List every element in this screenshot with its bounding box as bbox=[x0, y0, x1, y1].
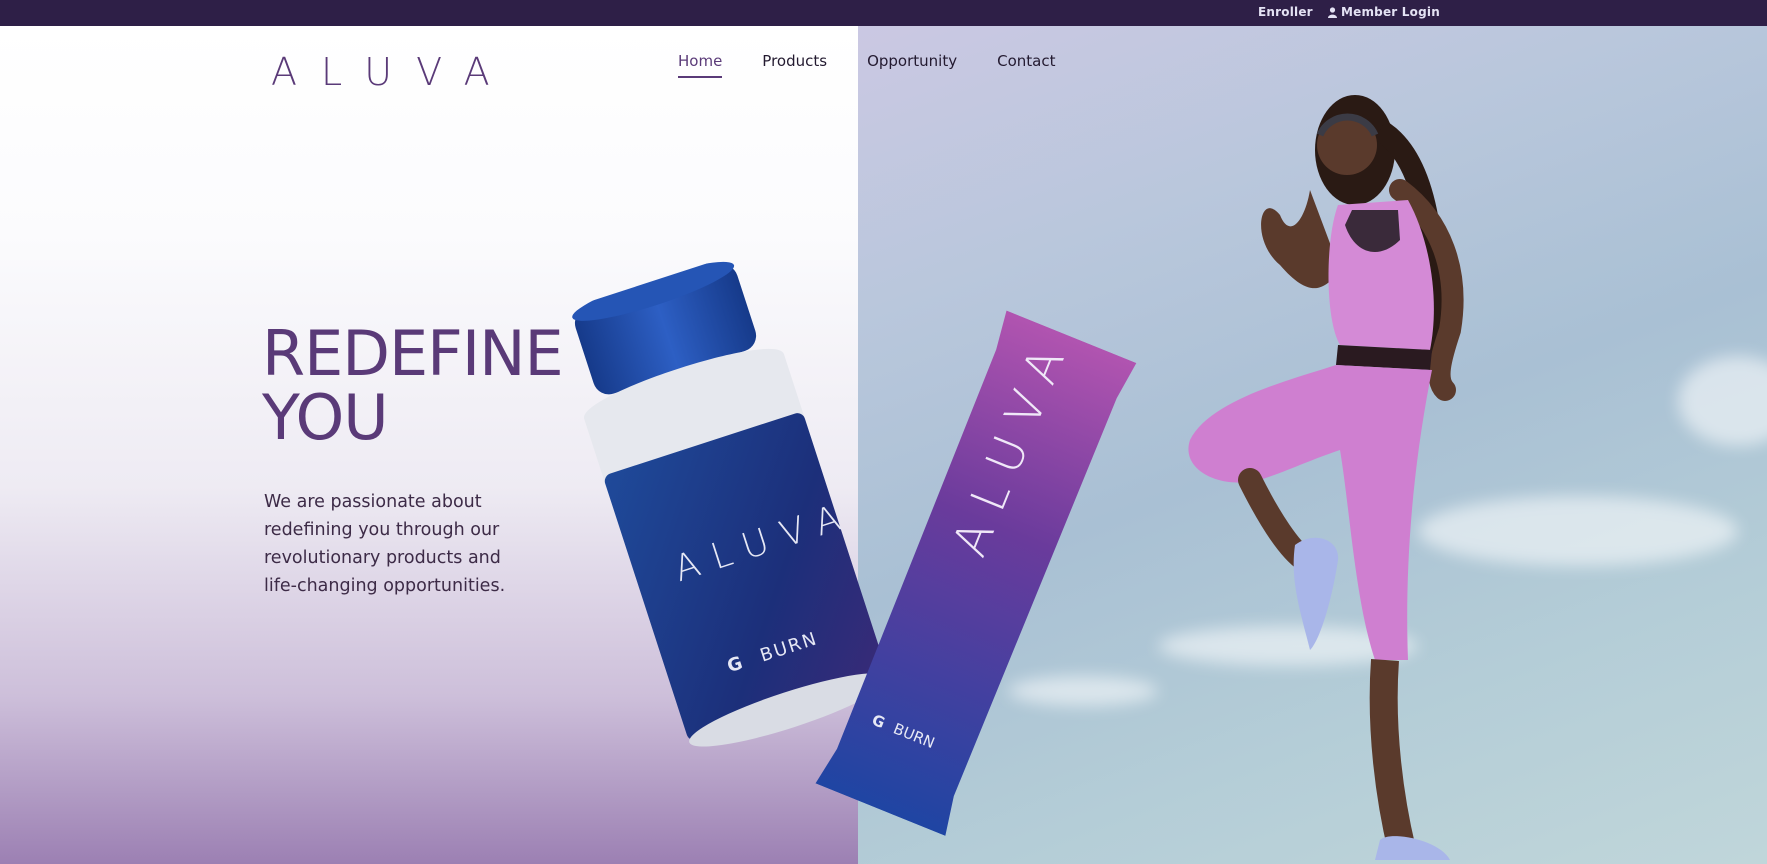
hero-description: We are passionate about redefining you t… bbox=[264, 492, 506, 596]
nav-contact[interactable]: Contact bbox=[997, 52, 1055, 78]
hero-headline: REDEFINE YOU bbox=[262, 322, 564, 450]
nav-products[interactable]: Products bbox=[762, 52, 827, 78]
member-login-label: Member Login bbox=[1341, 5, 1440, 19]
nav-home[interactable]: Home bbox=[678, 52, 723, 78]
top-utility-bar: Enroller Member Login bbox=[0, 0, 1767, 26]
cloud bbox=[1008, 676, 1158, 706]
user-icon bbox=[1328, 6, 1337, 18]
nav-opportunity[interactable]: Opportunity bbox=[867, 52, 957, 78]
enroller-link[interactable]: Enroller bbox=[1258, 5, 1313, 19]
main-nav: Home Products Opportunity Contact bbox=[678, 52, 1055, 78]
runner-image bbox=[1188, 95, 1464, 860]
headline-line-2: YOU bbox=[262, 381, 389, 454]
brand-logo[interactable]: ALUVA bbox=[271, 50, 514, 94]
member-login-link[interactable]: Member Login bbox=[1328, 5, 1440, 19]
headline-line-1: REDEFINE bbox=[262, 317, 564, 390]
cloud bbox=[1678, 356, 1767, 446]
